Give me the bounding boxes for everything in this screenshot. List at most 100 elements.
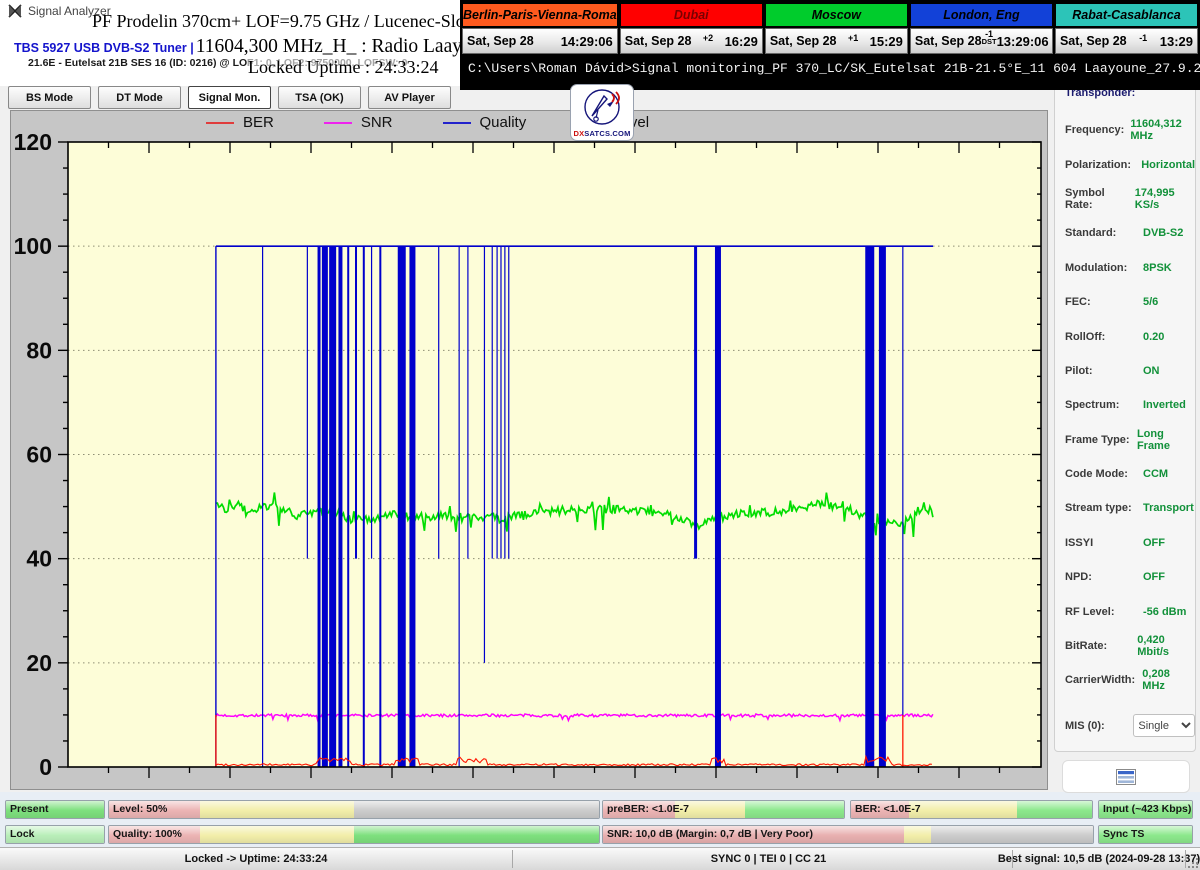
clock-city-header: London, Eng	[910, 3, 1053, 27]
clock-datetime: Sat, Sep 28-113:29	[1055, 28, 1198, 54]
param-value: Long Frame	[1137, 428, 1195, 452]
param-label: NPD:	[1065, 571, 1143, 583]
svg-text:100: 100	[14, 233, 52, 259]
param-label: Polarization:	[1065, 159, 1141, 171]
param-value: Inverted	[1143, 399, 1186, 411]
param-label: Frequency:	[1065, 124, 1130, 136]
clock-date: Sat, Sep 28	[467, 34, 534, 48]
level-bar-label: Level: 50%	[113, 801, 167, 818]
param-value: DVB-S2	[1143, 227, 1183, 239]
clock-city-header: Rabat-Casablanca	[1055, 3, 1198, 27]
param-row-carrierwidth: CarrierWidth:0,208 MHz	[1055, 663, 1195, 697]
param-row-rolloff: RollOff:0.20	[1055, 319, 1195, 353]
param-row-fec: FEC:5/6	[1055, 285, 1195, 319]
locked-uptime: Locked Uptime : 24:33:24	[248, 57, 438, 78]
param-value: 11604,312 MHz	[1130, 118, 1195, 142]
svg-text:40: 40	[26, 546, 52, 572]
legend-swatch	[443, 122, 471, 124]
world-clock-moscow: MoscowSat, Sep 28+115:29	[765, 3, 908, 54]
quality-bar-label: Quality: 100%	[113, 826, 182, 843]
param-label: Frame Type:	[1065, 434, 1137, 446]
param-label: RollOff:	[1065, 331, 1143, 343]
param-row-polarization: Polarization:Horizontal	[1055, 147, 1195, 181]
param-row-issyi: ISSYIOFF	[1055, 526, 1195, 560]
param-value: 174,995 KS/s	[1135, 187, 1195, 211]
channel-label: 11604,300 MHz_H_ : Radio Laayoune	[196, 36, 500, 58]
statusbar: Locked -> Uptime: 24:33:24 SYNC 0 | TEI …	[0, 847, 1200, 870]
params-panel: Transponder: Frequency:11604,312 MHzPola…	[1054, 84, 1196, 752]
legend-label: BER	[243, 114, 274, 131]
param-label: Code Mode:	[1065, 468, 1143, 480]
param-label: FEC:	[1065, 296, 1143, 308]
clock-date: Sat, Sep 28	[915, 34, 982, 48]
input-bar-label: Input (~423 Kbps)	[1103, 801, 1191, 818]
tab-bs-mode[interactable]: BS Mode	[8, 86, 91, 109]
preber-bar-label: preBER: <1.0E-7	[607, 801, 689, 818]
param-rows: Frequency:11604,312 MHzPolarization:Hori…	[1055, 113, 1195, 698]
param-value: CCM	[1143, 468, 1168, 480]
syncts-bar: Sync TS	[1098, 825, 1193, 844]
param-label: Symbol Rate:	[1065, 187, 1135, 211]
clock-city-header: Berlin-Paris-Vienna-Roma	[462, 3, 618, 27]
ts-list-button[interactable]	[1062, 760, 1190, 793]
tab-signal-mon[interactable]: Signal Mon.	[188, 86, 271, 109]
param-value: 8PSK	[1143, 262, 1172, 274]
satellite-dish-icon	[583, 88, 623, 126]
clock-date: Sat, Sep 28	[770, 34, 837, 48]
clock-datetime: Sat, Sep 28+216:29	[620, 28, 763, 54]
legend-swatch	[206, 122, 234, 124]
resize-grip[interactable]	[1186, 856, 1198, 868]
clock-datetime: Sat, Sep 28+115:29	[765, 28, 908, 54]
tuner-line: TBS 5927 USB DVB-S2 Tuner | 11604,300 MH…	[14, 36, 500, 58]
param-label: Spectrum:	[1065, 399, 1143, 411]
clock-date: Sat, Sep 28	[1060, 34, 1127, 48]
param-row-rf-level: RF Level:-56 dBm	[1055, 594, 1195, 628]
mis-label: MIS (0):	[1065, 720, 1133, 732]
param-value: OFF	[1143, 571, 1165, 583]
signal-analyzer-icon	[8, 4, 22, 18]
dish-title: PF Prodelin 370cm+ LOF=9.75 GHz / Lucene…	[92, 11, 504, 32]
statusbar-separator	[512, 850, 513, 868]
tuner-label: TBS 5927 USB DVB-S2 Tuner |	[14, 41, 194, 55]
tab-tsa-ok[interactable]: TSA (OK)	[278, 86, 361, 109]
param-label: CarrierWidth:	[1065, 674, 1142, 686]
param-value: Horizontal	[1141, 159, 1195, 171]
legend-item-quality: Quality	[443, 114, 527, 131]
world-clock-london-eng: London, EngSat, Sep 28-1DST13:29:06	[910, 3, 1053, 54]
svg-text:80: 80	[26, 337, 52, 363]
ber-bar: BER: <1.0E-7	[850, 800, 1093, 819]
clock-city-header: Dubai	[620, 3, 763, 27]
param-row-stream-type: Stream type:Transport	[1055, 491, 1195, 525]
param-row-modulation: Modulation:8PSK	[1055, 251, 1195, 285]
level-bar: Level: 50%	[108, 800, 600, 819]
input-bar: Input (~423 Kbps)	[1098, 800, 1193, 819]
param-value: 5/6	[1143, 296, 1158, 308]
param-row-symbol-rate: Symbol Rate:174,995 KS/s	[1055, 182, 1195, 216]
mis-select[interactable]: Single	[1133, 714, 1195, 737]
param-value: 0,420 Mbit/s	[1137, 634, 1195, 658]
mis-row: MIS (0): Single	[1055, 706, 1195, 746]
statusbar-separator	[1012, 850, 1013, 868]
param-row-code-mode: Code Mode:CCM	[1055, 457, 1195, 491]
snr-bar-label: SNR: 10,0 dB (Margin: 0,7 dB | Very Poor…	[607, 826, 813, 843]
tab-dt-mode[interactable]: DT Mode	[98, 86, 181, 109]
svg-text:120: 120	[14, 129, 52, 155]
legend-item-snr: SNR	[324, 114, 393, 131]
clock-time: 13:29:06	[997, 34, 1049, 49]
legend-label: Quality	[480, 114, 527, 131]
legend-label: SNR	[361, 114, 393, 131]
param-value: 0.20	[1143, 331, 1164, 343]
statusbar-uptime: Locked -> Uptime: 24:33:24	[0, 848, 512, 870]
param-label: BitRate:	[1065, 640, 1137, 652]
snr-bar: SNR: 10,0 dB (Margin: 0,7 dB | Very Poor…	[602, 825, 1094, 844]
param-label: Stream type:	[1065, 502, 1143, 514]
preber-bar: preBER: <1.0E-7	[602, 800, 845, 819]
table-icon	[1116, 769, 1136, 785]
world-clock-berlin-paris-vienna-roma: Berlin-Paris-Vienna-RomaSat, Sep 2814:29…	[462, 3, 618, 54]
logo-text: DXSATCS.COM	[573, 129, 630, 138]
signal-chart: 020406080100120	[11, 111, 1047, 789]
tab-av-player[interactable]: AV Player	[368, 86, 451, 109]
dxsatcs-logo: DXSATCS.COM	[570, 84, 634, 141]
clock-time: 13:29	[1160, 34, 1193, 49]
param-row-frequency: Frequency:11604,312 MHz	[1055, 113, 1195, 147]
